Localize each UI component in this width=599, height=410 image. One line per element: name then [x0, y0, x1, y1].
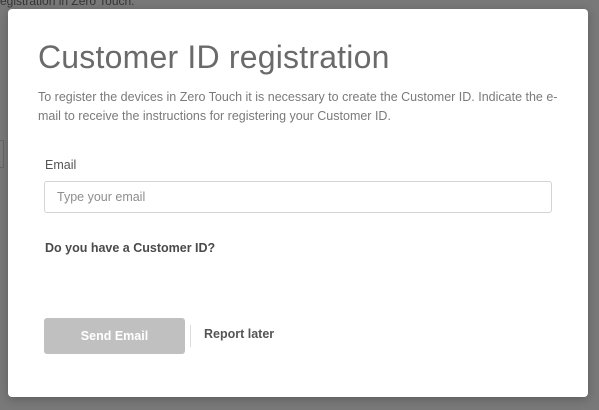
report-later-button[interactable]: Report later [204, 327, 274, 341]
email-label: Email [45, 158, 77, 172]
customer-id-question: Do you have a Customer ID? [45, 241, 216, 255]
send-email-button[interactable]: Send Email [44, 318, 185, 354]
email-input[interactable] [44, 181, 552, 213]
button-divider [190, 325, 191, 347]
customer-id-dialog: Customer ID registration To register the… [8, 9, 588, 397]
dialog-title: Customer ID registration [38, 39, 390, 75]
dialog-description: To register the devices in Zero Touch it… [38, 90, 558, 123]
